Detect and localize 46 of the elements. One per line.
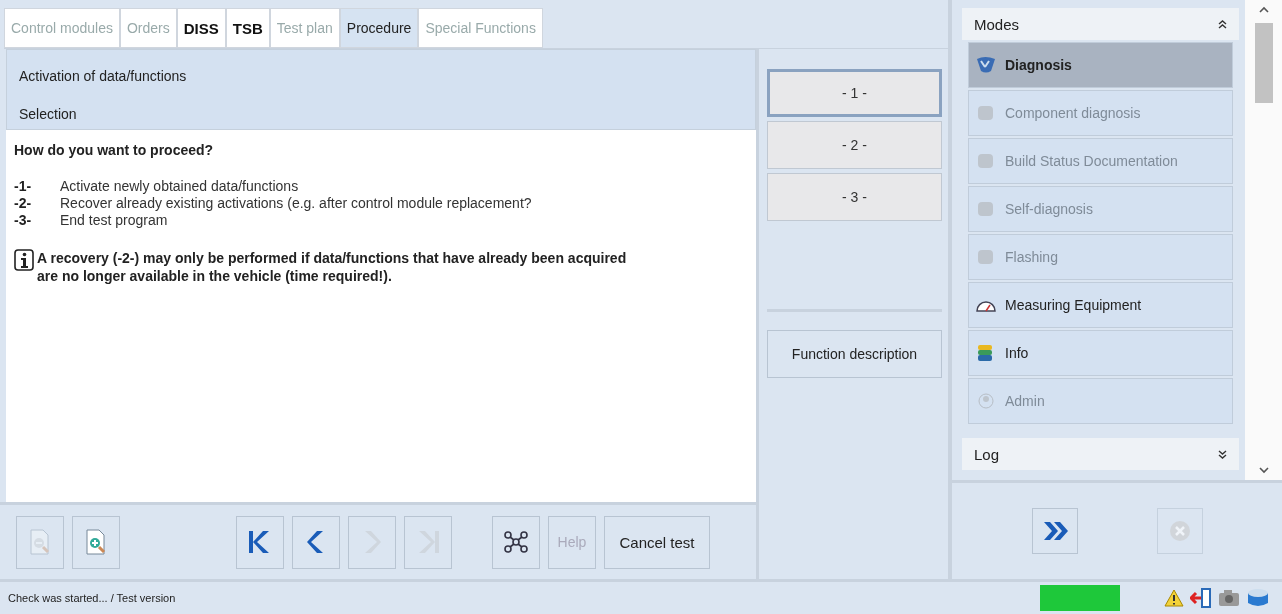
collapse-icon xyxy=(1218,19,1227,29)
modes-title: Modes xyxy=(974,15,1020,33)
option-button[interactable]: - 1 - xyxy=(767,69,942,117)
modes-header[interactable]: Modes xyxy=(962,8,1239,40)
question-text: How do you want to proceed? xyxy=(14,142,215,158)
option-text: Activate newly obtained data/functions xyxy=(60,178,299,195)
option-number: -3- xyxy=(14,212,33,229)
document-zoom-in-icon xyxy=(84,528,108,556)
back-button[interactable] xyxy=(292,515,340,569)
option-text: Recover already existing activations (e.g. after control module replacement? xyxy=(60,195,532,212)
warning-icon xyxy=(1164,589,1184,607)
note-text: A recovery (-2-) may only be performed if data/functions that have already been acquired are no longer available in the vehicle (time required!). xyxy=(37,249,628,285)
database-icon xyxy=(1246,588,1270,608)
mode-item[interactable]: Info xyxy=(968,330,1233,376)
function-description-button[interactable]: Function description xyxy=(767,330,942,378)
close-icon xyxy=(1168,520,1191,542)
scroll-down-icon[interactable] xyxy=(1258,467,1269,474)
expand-icon xyxy=(1218,449,1227,459)
first-button[interactable] xyxy=(236,515,284,569)
zoom-in-button[interactable] xyxy=(72,515,120,569)
exit-icon xyxy=(1190,588,1212,608)
tab[interactable]: Procedure xyxy=(339,8,419,48)
log-title: Log xyxy=(974,445,1000,463)
option-number: -2- xyxy=(14,195,33,212)
header-title: Activation of data/functions xyxy=(19,68,188,86)
network-button[interactable] xyxy=(492,515,540,569)
double-chevron-icon xyxy=(1041,520,1068,542)
option-button[interactable]: - 2 - xyxy=(767,121,942,169)
scrollbar[interactable] xyxy=(1245,0,1282,480)
header-subtitle: Selection xyxy=(19,106,78,122)
option-number: -1- xyxy=(14,178,33,195)
document-zoom-out-icon xyxy=(28,528,52,556)
mode-item[interactable]: Diagnosis xyxy=(968,42,1233,88)
camera-icon xyxy=(1218,589,1240,607)
scrollbar-thumb[interactable] xyxy=(1254,23,1273,103)
network-icon xyxy=(503,529,529,555)
status-text: Check was started... / Test version xyxy=(8,592,177,604)
scroll-up-icon[interactable] xyxy=(1258,6,1269,13)
mode-item[interactable]: Measuring Equipment xyxy=(968,282,1233,328)
option-text: End test program xyxy=(60,212,168,229)
tab[interactable]: DISS xyxy=(176,8,226,48)
next-button[interactable] xyxy=(1031,508,1078,554)
tab[interactable]: TSB xyxy=(225,8,270,48)
log-header[interactable]: Log xyxy=(962,438,1239,470)
option-button[interactable]: - 3 - xyxy=(767,173,942,221)
cancel-test-button[interactable]: Cancel test xyxy=(604,515,710,569)
